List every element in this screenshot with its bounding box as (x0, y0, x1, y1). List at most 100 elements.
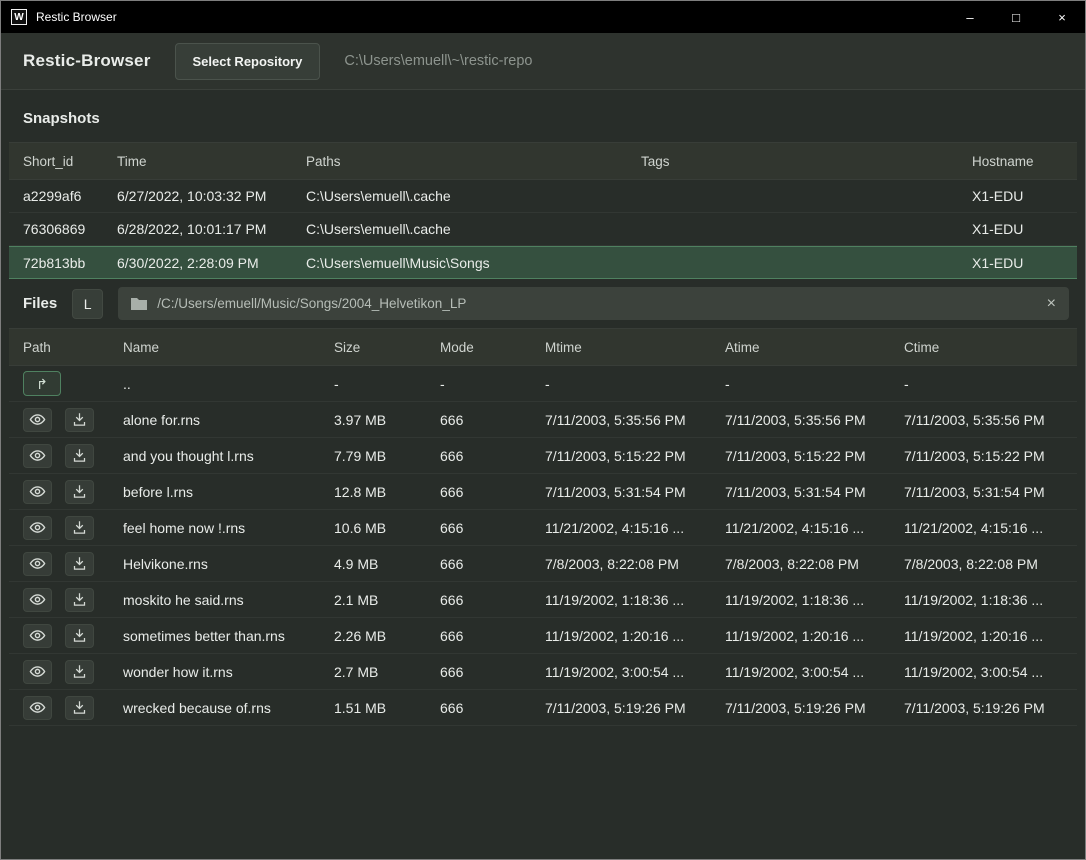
file-ctime: 11/19/2002, 3:00:54 ... (890, 664, 1077, 680)
file-size: 2.26 MB (320, 628, 426, 644)
preview-file-button[interactable] (23, 516, 52, 540)
download-icon (72, 412, 87, 427)
preview-file-button[interactable] (23, 552, 52, 576)
download-file-button[interactable] (65, 552, 94, 576)
file-name: and you thought l.rns (109, 448, 320, 464)
preview-file-button[interactable] (23, 444, 52, 468)
go-to-parent-button[interactable]: ↱ (23, 371, 61, 396)
snapshot-paths: C:\Users\emuell\.cache (292, 221, 627, 237)
snapshots-table: Short_id Time Paths Tags Hostname a2299a… (9, 142, 1077, 279)
snapshot-row-selected[interactable]: 72b813bb 6/30/2022, 2:28:09 PM C:\Users\… (9, 246, 1077, 279)
snapshots-section-title: Snapshots (1, 90, 1085, 142)
file-size: 2.1 MB (320, 592, 426, 608)
download-file-button[interactable] (65, 660, 94, 684)
file-ctime: - (890, 376, 1077, 392)
maximize-button[interactable]: □ (993, 1, 1039, 33)
download-icon (72, 700, 87, 715)
file-mtime: - (531, 376, 711, 392)
file-size: - (320, 376, 426, 392)
eye-icon (29, 699, 46, 716)
empty-area (1, 726, 1085, 859)
column-header-tags: Tags (627, 154, 958, 169)
close-button[interactable]: × (1039, 1, 1085, 33)
file-size: 2.7 MB (320, 664, 426, 680)
file-mtime: 7/11/2003, 5:15:22 PM (531, 448, 711, 464)
clear-path-button[interactable]: × (1047, 296, 1056, 312)
preview-file-button[interactable] (23, 588, 52, 612)
snapshot-row[interactable]: 76306869 6/28/2022, 10:01:17 PM C:\Users… (9, 213, 1077, 246)
column-header-short-id: Short_id (9, 154, 103, 169)
file-name: feel home now !.rns (109, 520, 320, 536)
file-atime: 11/19/2002, 3:00:54 ... (711, 664, 890, 680)
file-ctime: 7/11/2003, 5:19:26 PM (890, 700, 1077, 716)
app-header: Restic-Browser Select Repository C:\User… (1, 33, 1085, 90)
snapshot-time: 6/27/2022, 10:03:32 PM (103, 188, 292, 204)
file-mode: 666 (426, 484, 531, 500)
file-atime: 7/11/2003, 5:15:22 PM (711, 448, 890, 464)
file-atime: 7/11/2003, 5:31:54 PM (711, 484, 890, 500)
file-name: .. (109, 376, 320, 392)
download-icon (72, 556, 87, 571)
column-header-mode: Mode (426, 340, 531, 355)
download-file-button[interactable] (65, 480, 94, 504)
file-size: 10.6 MB (320, 520, 426, 536)
select-repository-button[interactable]: Select Repository (175, 43, 321, 80)
download-file-button[interactable] (65, 624, 94, 648)
download-icon (72, 628, 87, 643)
file-mtime: 7/11/2003, 5:19:26 PM (531, 700, 711, 716)
preview-file-button[interactable] (23, 660, 52, 684)
file-mode: 666 (426, 664, 531, 680)
column-header-hostname: Hostname (958, 154, 1077, 169)
file-ctime: 7/11/2003, 5:35:56 PM (890, 412, 1077, 428)
file-size: 12.8 MB (320, 484, 426, 500)
download-file-button[interactable] (65, 444, 94, 468)
snapshot-row[interactable]: a2299af6 6/27/2022, 10:03:32 PM C:\Users… (9, 180, 1077, 213)
app-brand: Restic-Browser (23, 51, 151, 71)
file-name: sometimes better than.rns (109, 628, 320, 644)
eye-icon (29, 627, 46, 644)
file-mode: 666 (426, 520, 531, 536)
snapshot-paths: C:\Users\emuell\Music\Songs (292, 255, 627, 271)
minimize-button[interactable]: – (947, 1, 993, 33)
column-header-ctime: Ctime (890, 340, 1077, 355)
snapshot-time: 6/30/2022, 2:28:09 PM (103, 255, 292, 271)
snapshots-table-header: Short_id Time Paths Tags Hostname (9, 142, 1077, 180)
file-name: wonder how it.rns (109, 664, 320, 680)
eye-icon (29, 555, 46, 572)
file-mtime: 7/8/2003, 8:22:08 PM (531, 556, 711, 572)
file-mtime: 11/21/2002, 4:15:16 ... (531, 520, 711, 536)
column-header-atime: Atime (711, 340, 890, 355)
file-row: and you thought l.rns 7.79 MB 666 7/11/2… (9, 438, 1077, 474)
files-table: Path Name Size Mode Mtime Atime Ctime ↱ … (9, 328, 1077, 726)
file-mtime: 11/19/2002, 3:00:54 ... (531, 664, 711, 680)
column-header-mtime: Mtime (531, 340, 711, 355)
snapshot-hostname: X1-EDU (958, 255, 1077, 271)
column-header-path: Path (9, 340, 109, 355)
file-size: 1.51 MB (320, 700, 426, 716)
download-file-button[interactable] (65, 408, 94, 432)
download-icon (72, 520, 87, 535)
root-path-button[interactable]: L (72, 289, 103, 319)
file-row: wrecked because of.rns 1.51 MB 666 7/11/… (9, 690, 1077, 726)
file-name: before l.rns (109, 484, 320, 500)
file-atime: 11/21/2002, 4:15:16 ... (711, 520, 890, 536)
file-name: Helvikone.rns (109, 556, 320, 572)
preview-file-button[interactable] (23, 624, 52, 648)
file-atime: 11/19/2002, 1:20:16 ... (711, 628, 890, 644)
preview-file-button[interactable] (23, 408, 52, 432)
files-path-input[interactable]: /C:/Users/emuell/Music/Songs/2004_Helvet… (118, 287, 1069, 320)
titlebar: W Restic Browser – □ × (1, 1, 1085, 33)
file-atime: 7/11/2003, 5:35:56 PM (711, 412, 890, 428)
file-mtime: 11/19/2002, 1:20:16 ... (531, 628, 711, 644)
download-file-button[interactable] (65, 516, 94, 540)
snapshot-time: 6/28/2022, 10:01:17 PM (103, 221, 292, 237)
download-file-button[interactable] (65, 588, 94, 612)
download-file-button[interactable] (65, 696, 94, 720)
files-table-header: Path Name Size Mode Mtime Atime Ctime (9, 328, 1077, 366)
eye-icon (29, 519, 46, 536)
wails-app-icon: W (11, 9, 27, 25)
preview-file-button[interactable] (23, 696, 52, 720)
preview-file-button[interactable] (23, 480, 52, 504)
file-row: moskito he said.rns 2.1 MB 666 11/19/200… (9, 582, 1077, 618)
file-ctime: 7/11/2003, 5:15:22 PM (890, 448, 1077, 464)
